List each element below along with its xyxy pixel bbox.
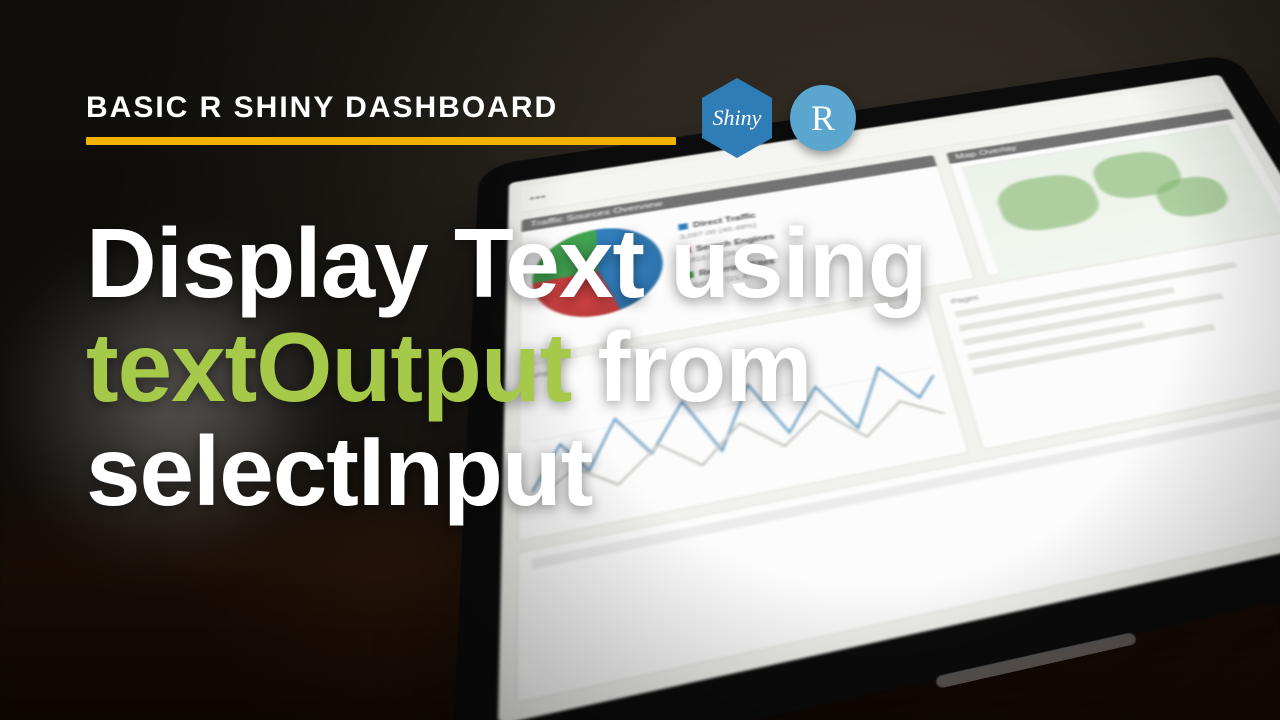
kicker-text: BASIC R SHINY DASHBOARD [86,91,676,125]
thumbnail-canvas: ●●● Traffic Sources Overview Direct Traf… [0,0,1280,720]
badges: Shiny R [702,78,856,158]
r-logo-icon: R [790,85,856,151]
headline: Display Text using textOutput from selec… [86,212,1220,524]
title-block: BASIC R SHINY DASHBOARD Shiny R Display … [86,78,1220,524]
headline-accent: textOutput [86,312,571,422]
accent-rule [86,137,676,145]
headline-line3: selectInput [86,420,1220,524]
shiny-logo-icon: Shiny [702,78,772,158]
headline-line1: Display Text using [86,212,1220,316]
headline-line2: textOutput from [86,316,1220,420]
